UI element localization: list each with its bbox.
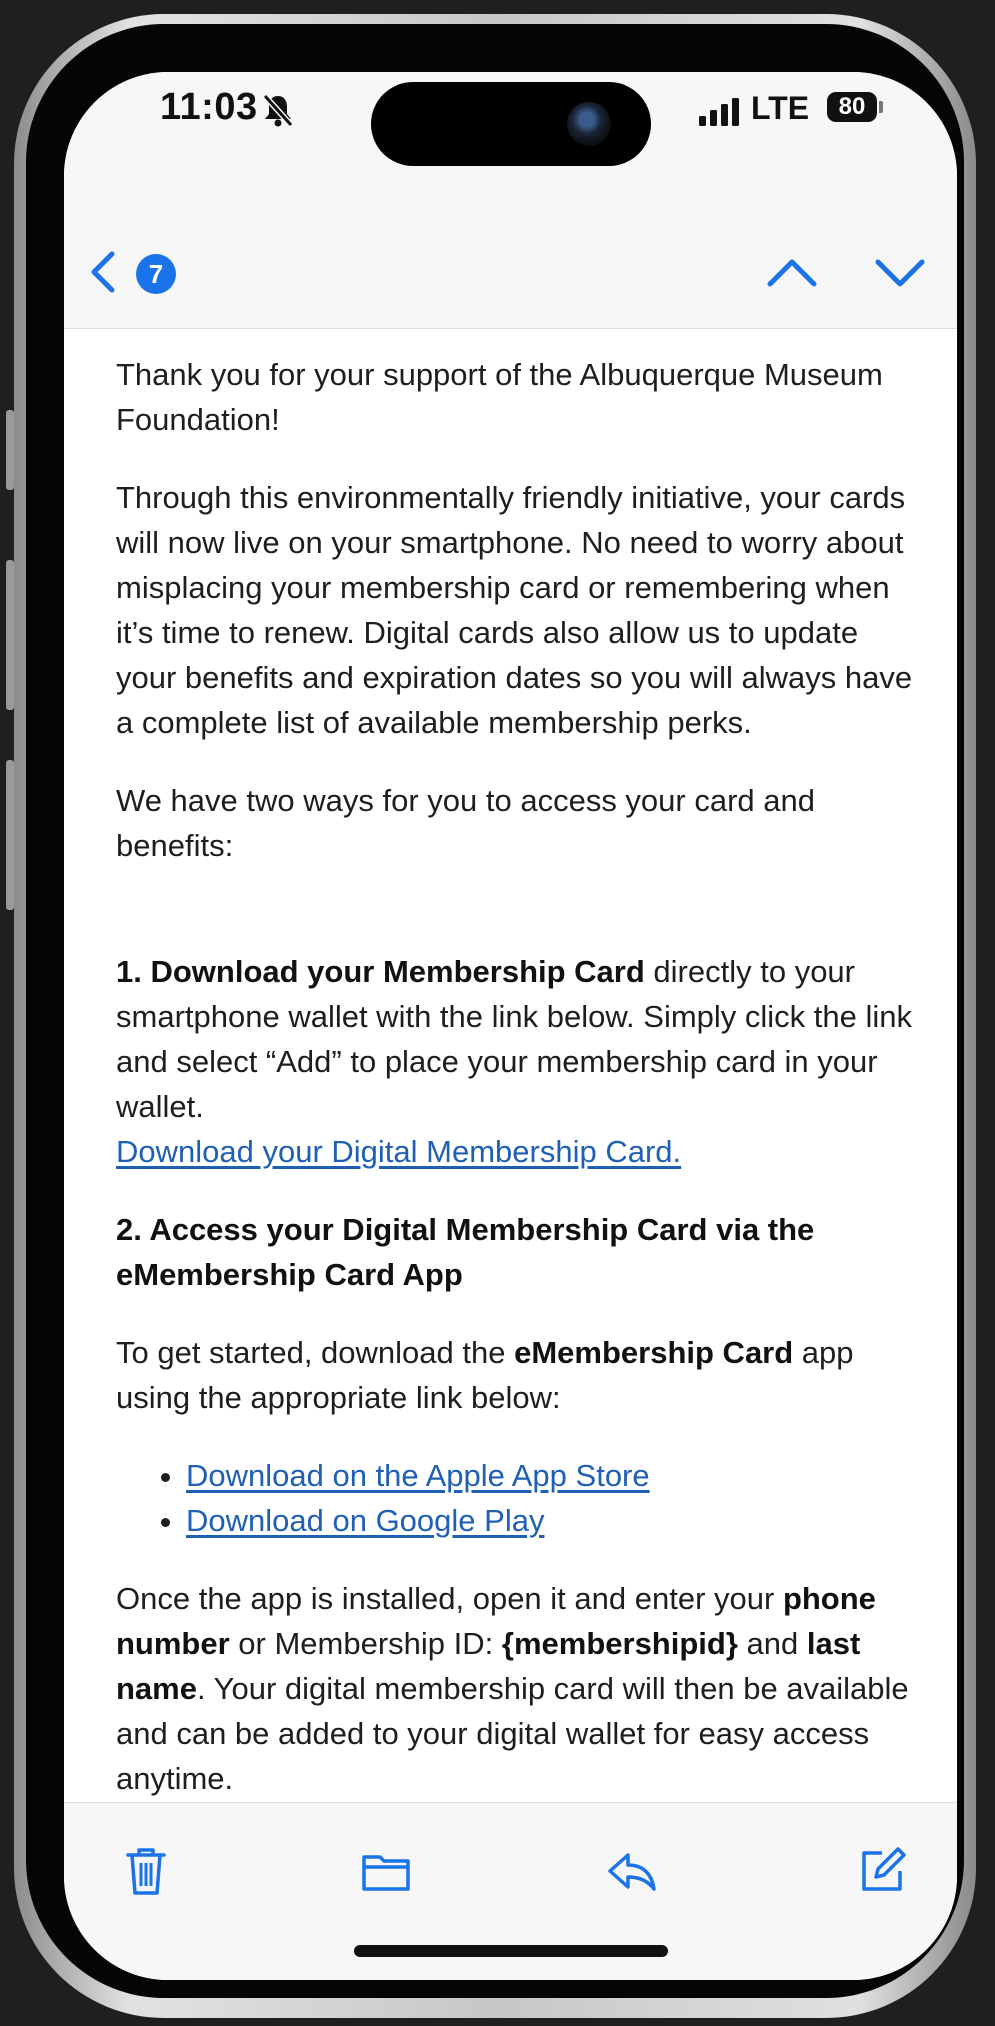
get-started-text: To get started, download the <box>116 1335 515 1370</box>
email-body[interactable]: Thank you for your support of the Albuqu… <box>116 352 916 1852</box>
chevron-up-icon[interactable] <box>764 246 820 298</box>
paragraph-two-ways: We have two ways for you to access your … <box>116 783 815 863</box>
list-item: Download on Google Play <box>186 1498 916 1543</box>
battery-level: 80 <box>838 93 866 120</box>
home-indicator[interactable] <box>354 1945 668 1957</box>
app-store-links: Download on the Apple App Store Download… <box>116 1453 916 1543</box>
compose-icon[interactable] <box>854 1843 910 1899</box>
mute-switch <box>6 410 14 490</box>
installed-text: or Membership ID: <box>229 1626 502 1661</box>
screen: 11:03 LTE 80 7 Thank you for your suppor… <box>64 72 957 1980</box>
chevron-left-icon[interactable] <box>80 246 128 298</box>
reply-icon[interactable] <box>604 1843 660 1899</box>
dynamic-island <box>371 82 651 166</box>
mail-nav-bar: 7 <box>64 182 957 329</box>
paragraph-thanks: Thank you for your support of the Albuqu… <box>116 357 883 437</box>
volume-up-button <box>6 560 14 710</box>
step-1-heading: 1. Download your Membership Card <box>116 954 645 989</box>
installed-text: Once the app is installed, open it and e… <box>116 1581 783 1616</box>
unread-count-badge[interactable]: 7 <box>136 254 176 294</box>
installed-text: and <box>737 1626 807 1661</box>
camera-icon <box>567 102 611 146</box>
step-2-heading: 2. Access your Digital Membership Card v… <box>116 1212 815 1292</box>
paragraph-get-started: To get started, download the eMembership… <box>116 1330 916 1420</box>
membership-id-placeholder: {membershipid} <box>501 1626 738 1661</box>
cellular-signal-icon <box>699 98 739 126</box>
bell-slash-icon <box>262 93 294 128</box>
trash-icon[interactable] <box>118 1843 174 1899</box>
folder-icon[interactable] <box>358 1843 414 1899</box>
paragraph-step-2: 2. Access your Digital Membership Card v… <box>116 1207 916 1297</box>
list-item: Download on the Apple App Store <box>186 1453 916 1498</box>
paragraph-installed: Once the app is installed, open it and e… <box>116 1576 916 1801</box>
installed-text: . Your digital membership card will then… <box>116 1671 909 1796</box>
battery-tip <box>879 101 883 113</box>
battery-icon: 80 <box>827 92 877 122</box>
paragraph-step-1: 1. Download your Membership Card directl… <box>116 949 916 1174</box>
app-name: eMembership Card <box>514 1335 794 1370</box>
volume-down-button <box>6 760 14 910</box>
status-bar: 11:03 LTE 80 <box>64 72 957 182</box>
status-time: 11:03 <box>160 86 258 128</box>
network-type: LTE <box>751 90 810 126</box>
download-membership-card-link[interactable]: Download your Digital Membership Card. <box>116 1134 681 1169</box>
paragraph-initiative: Through this environmentally friendly in… <box>116 480 913 740</box>
apple-app-store-link[interactable]: Download on the Apple App Store <box>186 1458 650 1493</box>
google-play-link[interactable]: Download on Google Play <box>186 1503 544 1538</box>
chevron-down-icon[interactable] <box>872 246 928 298</box>
